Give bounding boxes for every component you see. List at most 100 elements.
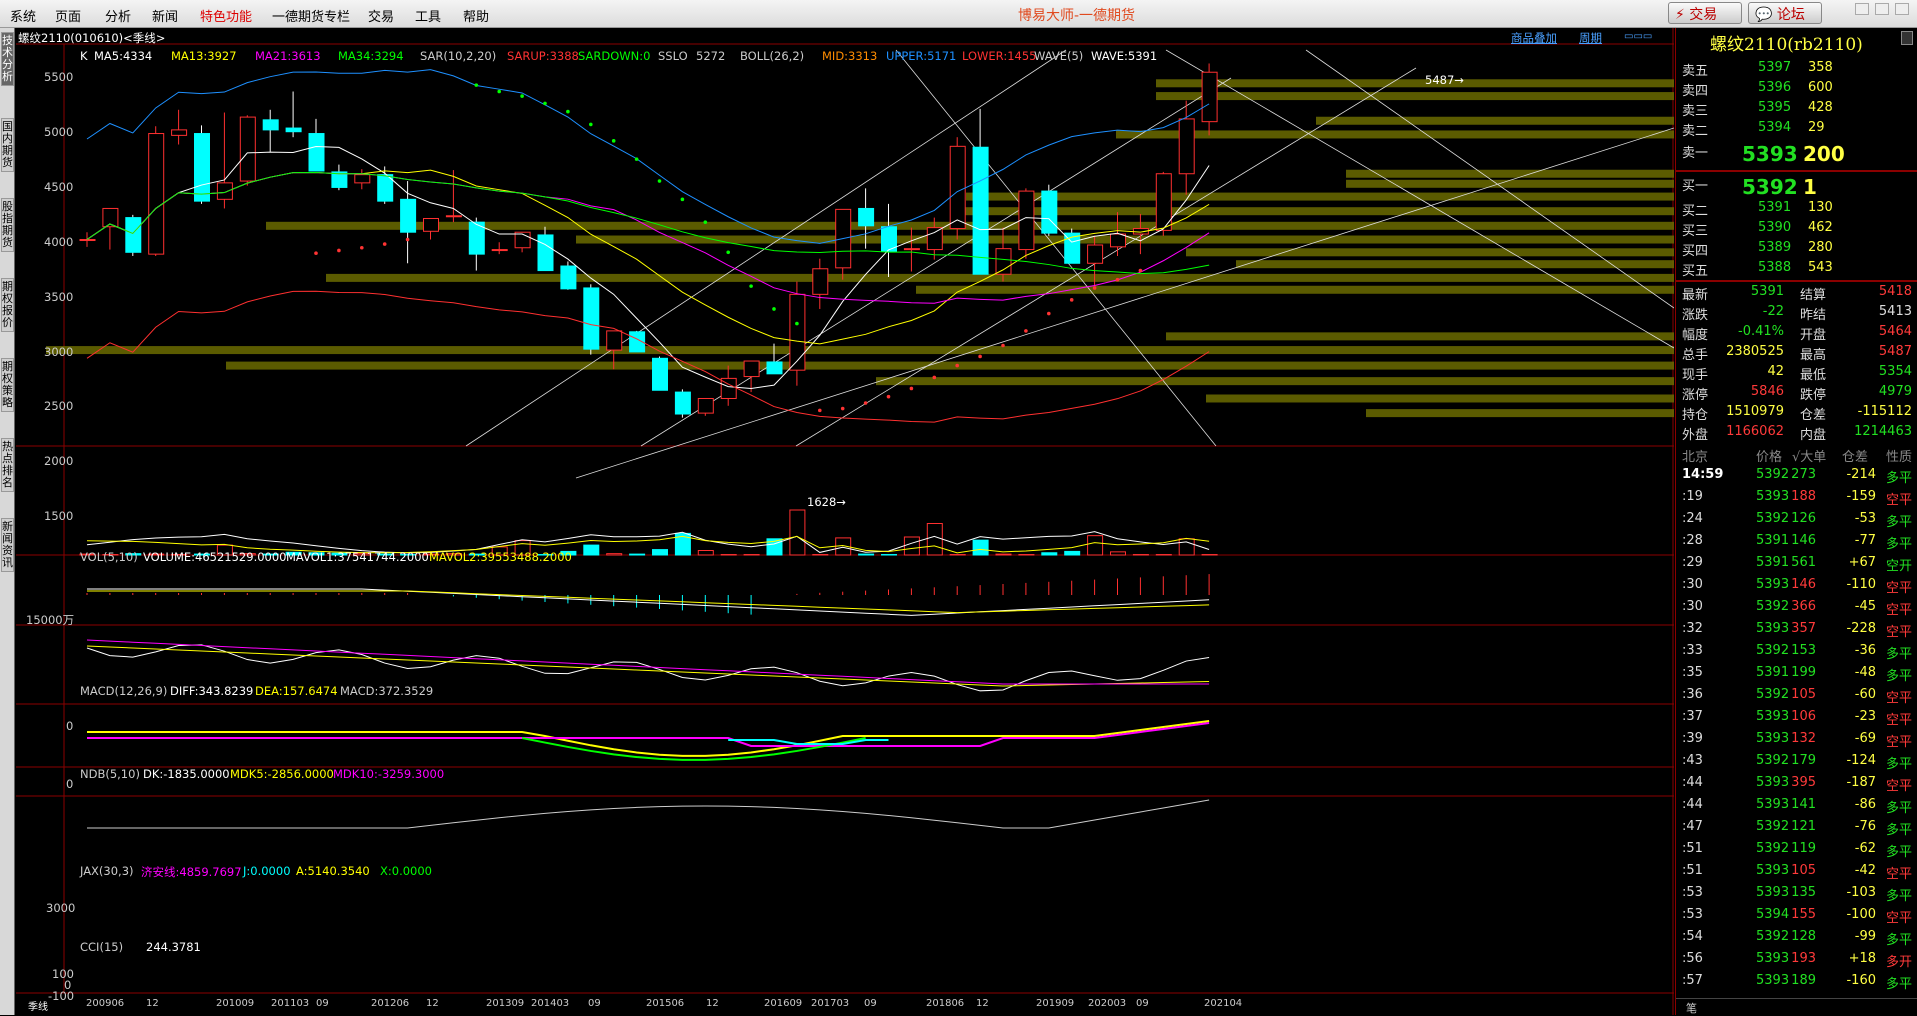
volume-bar <box>1042 553 1057 555</box>
candle-body <box>1042 191 1057 233</box>
tick-row[interactable]: :355391199-48多平 <box>1676 663 1917 683</box>
volume-bar <box>904 537 919 555</box>
sar-dot <box>1070 298 1074 302</box>
tab-technical-analysis[interactable]: 技术分析 <box>1 32 14 86</box>
book-volume: 462 <box>1808 220 1833 235</box>
tick-row[interactable]: :475392121-76多平 <box>1676 817 1917 837</box>
menu-system[interactable]: 系统 <box>10 6 36 25</box>
tick-time: :54 <box>1682 929 1703 944</box>
tick-row[interactable]: :245392126-53多平 <box>1676 509 1917 529</box>
sar-dot <box>978 355 982 359</box>
tick-price: 5392 <box>1756 511 1789 526</box>
stat-row: 幅度-0.41%开盘5464 <box>1676 322 1917 342</box>
stat-label: 涨停 <box>1682 384 1708 403</box>
ask-row[interactable]: 卖二539429 <box>1676 118 1917 138</box>
tick-row[interactable]: 14:595392273-214多平 <box>1676 465 1917 485</box>
overlay-link[interactable]: 商品叠加 <box>1511 30 1557 46</box>
tick-row[interactable]: :325393357-228空平 <box>1676 619 1917 639</box>
dea-label: DEA:157.6474 <box>255 684 338 698</box>
tick-row[interactable]: :535394155-100空平 <box>1676 905 1917 925</box>
tick-row[interactable]: :395393132-69空平 <box>1676 729 1917 749</box>
tick-row[interactable]: :375393106-23空平 <box>1676 707 1917 727</box>
bid-row[interactable]: 买三5390462 <box>1676 218 1917 238</box>
tick-time: :39 <box>1682 731 1703 746</box>
tab-option-strategy[interactable]: 期权策略 <box>1 358 14 412</box>
tab-hot-ranking[interactable]: 热点排名 <box>1 438 14 492</box>
tick-oi-change: -214 <box>1846 467 1876 482</box>
menu-page[interactable]: 页面 <box>55 6 81 25</box>
tick-time: :43 <box>1682 753 1703 768</box>
vol-axis-tick: 15000万 <box>26 612 74 628</box>
jax-label: JAX(30,3) <box>80 864 134 878</box>
tick-row[interactable]: :535393135-103多平 <box>1676 883 1917 903</box>
volume-bar <box>653 550 668 555</box>
cci-value: 244.3781 <box>146 940 201 954</box>
tick-row[interactable]: :565393193+18多开 <box>1676 949 1917 969</box>
stat-value: 5464 <box>1879 324 1912 339</box>
ask-row[interactable]: 卖三5395428 <box>1676 98 1917 118</box>
layout-icon[interactable]: ▭▭▭ <box>1624 31 1652 42</box>
ask-row[interactable]: 卖五5397358 <box>1676 58 1917 78</box>
tab-domestic-futures[interactable]: 国内期货 <box>1 118 14 172</box>
tick-row[interactable]: :195393188-159空平 <box>1676 487 1917 507</box>
tick-row[interactable]: :335392153-36多平 <box>1676 641 1917 661</box>
tick-volume: 153 <box>1791 643 1816 658</box>
menu-analysis[interactable]: 分析 <box>105 6 131 25</box>
tick-row[interactable]: :295391561+67空开 <box>1676 553 1917 573</box>
book-volume: 600 <box>1808 80 1833 95</box>
volume-profile-band <box>1166 332 1674 340</box>
bid-row[interactable]: 买四5389280 <box>1676 238 1917 258</box>
menu-features[interactable]: 特色功能 <box>200 6 252 25</box>
minimize-icon[interactable] <box>1855 3 1869 15</box>
maximize-icon[interactable] <box>1875 3 1889 15</box>
tab-option-quotes[interactable]: 期权报价 <box>1 278 14 332</box>
close-icon[interactable] <box>1895 3 1909 15</box>
forum-button[interactable]: 💬 论坛 <box>1748 2 1822 24</box>
candle-body <box>538 235 553 271</box>
volume-profile-band <box>326 274 1674 282</box>
tick-row[interactable]: :515393105-42空平 <box>1676 861 1917 881</box>
book-price: 5397 <box>1758 60 1791 75</box>
candle-body <box>744 361 759 377</box>
tick-time: :33 <box>1682 643 1703 658</box>
tick-row[interactable]: :305393146-110空平 <box>1676 575 1917 595</box>
tick-row[interactable]: :365392105-60空平 <box>1676 685 1917 705</box>
ask-row[interactable]: 卖一5393200 <box>1676 140 1917 170</box>
menu-news[interactable]: 新闻 <box>152 6 178 25</box>
bottom-tabs: 笔 <box>1676 998 1917 1015</box>
tick-row[interactable]: :515392119-62多平 <box>1676 839 1917 859</box>
tick-nature: 空平 <box>1886 599 1912 618</box>
ask-row[interactable]: 卖四5396600 <box>1676 78 1917 98</box>
bid-row[interactable]: 买五5388543 <box>1676 258 1917 278</box>
candle-body <box>859 208 874 225</box>
chat-icon: 💬 <box>1755 7 1772 23</box>
bid-row[interactable]: 买二5391130 <box>1676 198 1917 218</box>
lightning-icon: ⚡ <box>1675 7 1685 23</box>
menu-help[interactable]: 帮助 <box>463 6 489 25</box>
tab-ticks[interactable]: 笔 <box>1686 1000 1697 1016</box>
trade-button[interactable]: ⚡ 交易 <box>1668 2 1742 24</box>
tab-news-info[interactable]: 新闻资讯 <box>1 518 14 572</box>
low-annotation: 1628→ <box>807 495 846 509</box>
tick-oi-change: -53 <box>1855 511 1876 526</box>
tick-row[interactable]: :435392179-124多平 <box>1676 751 1917 771</box>
menu-trade[interactable]: 交易 <box>368 6 394 25</box>
menu-tools[interactable]: 工具 <box>415 6 441 25</box>
stat-value: 1510979 <box>1726 404 1784 419</box>
tick-row[interactable]: :575393189-160多平 <box>1676 971 1917 991</box>
tick-row[interactable]: :305392366-45空平 <box>1676 597 1917 617</box>
tick-row[interactable]: :285391146-77多平 <box>1676 531 1917 551</box>
tick-row[interactable]: :445393395-187空平 <box>1676 773 1917 793</box>
period-link[interactable]: 周期 <box>1579 30 1602 46</box>
book-volume: 280 <box>1808 240 1833 255</box>
ma34-label: MA34:3294 <box>338 49 404 63</box>
panel-toggle-icon[interactable] <box>1901 31 1913 45</box>
tick-row[interactable]: :545392128-99多平 <box>1676 927 1917 947</box>
stat-label: 开盘 <box>1800 324 1826 343</box>
tick-row[interactable]: :445393141-86多平 <box>1676 795 1917 815</box>
chart-area[interactable]: 螺纹2110(010610)<季线> 商品叠加 周期 ▭▭▭ K MA5:433… <box>16 28 1674 1015</box>
diff-line <box>87 589 1209 615</box>
jax-axis-tick: 3000 <box>46 901 75 915</box>
tab-index-futures[interactable]: 股指期货 <box>1 198 14 252</box>
menu-yide-column[interactable]: 一德期货专栏 <box>272 6 350 25</box>
